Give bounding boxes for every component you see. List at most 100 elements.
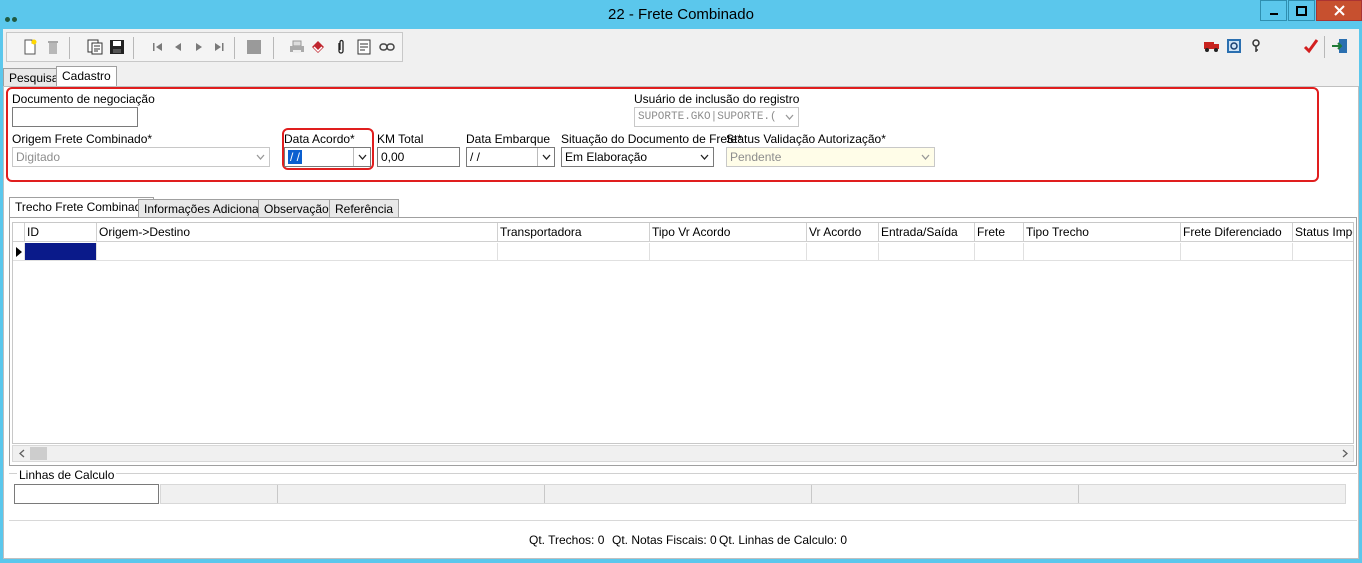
- usuario-value: SUPORTE.GKO|SUPORTE.(: [638, 111, 777, 123]
- window-client: Pesquisa Cadastro Documento de negociaçã…: [3, 29, 1359, 559]
- minimize-icon: [1269, 12, 1278, 15]
- new-icon: [24, 39, 37, 55]
- usuario-select[interactable]: SUPORTE.GKO|SUPORTE.(: [634, 107, 799, 127]
- horizontal-scrollbar[interactable]: [12, 445, 1354, 462]
- window-title: 22 - Frete Combinado: [608, 6, 754, 23]
- status-label: Status Validação Autorização*: [726, 132, 886, 146]
- stop-button[interactable]: [245, 38, 263, 56]
- status-bar: Qt. Trechos: 0 Qt. Notas Fiscais: 0 Qt. …: [9, 520, 1357, 557]
- tag-icon: [312, 41, 324, 53]
- tab-trecho-frete-combinado[interactable]: Trecho Frete Combinado: [9, 197, 154, 218]
- next-record-button[interactable]: [190, 38, 208, 56]
- documento-label: Documento de negociação: [12, 92, 155, 106]
- table-cell[interactable]: [879, 243, 975, 261]
- key-button[interactable]: [1247, 37, 1265, 55]
- grid-body: ID Origem->Destino Transportadora Tipo V…: [12, 222, 1354, 444]
- data-embarque-value: / /: [470, 150, 481, 164]
- maximize-icon: [1296, 5, 1307, 16]
- column-header-transportadora[interactable]: Transportadora: [498, 223, 650, 242]
- data-acordo-input[interactable]: / /: [284, 147, 371, 167]
- table-cell[interactable]: [650, 243, 807, 261]
- chevron-down-icon[interactable]: [537, 148, 554, 166]
- toolbar-separator: [133, 37, 134, 59]
- linhas-cell: [812, 485, 1079, 503]
- delete-button[interactable]: [44, 38, 62, 56]
- documento-input[interactable]: [12, 107, 138, 127]
- table-cell[interactable]: [1024, 243, 1181, 261]
- usuario-label: Usuário de inclusão do registro: [634, 92, 800, 106]
- exit-button[interactable]: [1331, 37, 1349, 55]
- minimize-button[interactable]: [1260, 0, 1287, 21]
- title-bar: 22 - Frete Combinado: [0, 0, 1362, 29]
- origem-select[interactable]: Digitado: [12, 147, 270, 167]
- chevron-down-icon: [917, 148, 934, 166]
- first-record-button[interactable]: [149, 38, 167, 56]
- status-select[interactable]: Pendente: [726, 147, 935, 167]
- table-cell[interactable]: [1181, 243, 1293, 261]
- origem-label: Origem Frete Combinado*: [12, 132, 153, 146]
- copy-button[interactable]: [86, 38, 104, 56]
- situacao-label: Situação do Documento de Frete*: [561, 132, 742, 146]
- scroll-right-button[interactable]: [1336, 446, 1353, 461]
- previous-record-button[interactable]: [169, 38, 187, 56]
- maximize-button[interactable]: [1288, 0, 1315, 21]
- table-cell[interactable]: [1293, 243, 1353, 261]
- chevron-down-icon: [252, 148, 269, 166]
- trecho-grid: ID Origem->Destino Transportadora Tipo V…: [9, 217, 1357, 466]
- column-header-entrada-saida[interactable]: Entrada/Saída: [879, 223, 975, 242]
- print-button[interactable]: [288, 38, 306, 56]
- linhas-cell: [1079, 485, 1345, 503]
- chevron-down-icon[interactable]: [353, 148, 370, 166]
- status-linhas: Qt. Linhas de Calculo: 0: [719, 533, 848, 547]
- table-cell[interactable]: [498, 243, 650, 261]
- column-header-status-impo[interactable]: Status Impo: [1293, 223, 1353, 242]
- truck-button[interactable]: [1203, 37, 1221, 55]
- copy-icon: [87, 39, 103, 55]
- column-header-tipo-vr-acordo[interactable]: Tipo Vr Acordo: [650, 223, 807, 242]
- table-cell[interactable]: [97, 243, 498, 261]
- data-embarque-input[interactable]: / /: [466, 147, 555, 167]
- data-acordo-value: / /: [288, 150, 303, 164]
- toolbar-separator: [273, 37, 274, 59]
- link-button[interactable]: [378, 38, 396, 56]
- column-header-vr-acordo[interactable]: Vr Acordo: [807, 223, 879, 242]
- attach-button[interactable]: [332, 38, 350, 56]
- save-button[interactable]: [108, 38, 126, 56]
- situacao-select[interactable]: Em Elaboração: [561, 147, 714, 167]
- tab-referencia[interactable]: Referência: [329, 199, 400, 219]
- search-report-button[interactable]: [1225, 37, 1243, 55]
- status-value: Pendente: [730, 150, 782, 164]
- situacao-value: Em Elaboração: [565, 150, 648, 164]
- column-header-tipo-trecho[interactable]: Tipo Trecho: [1024, 223, 1181, 242]
- column-header-origem-destino[interactable]: Origem->Destino: [97, 223, 498, 242]
- tab-informacoes-adicionais[interactable]: Informações Adicionais: [138, 199, 274, 219]
- report-icon: [357, 39, 371, 55]
- table-cell[interactable]: [807, 243, 879, 261]
- km-label: KM Total: [377, 132, 424, 146]
- linhas-calculo-input[interactable]: [14, 484, 159, 504]
- tag-button[interactable]: [309, 38, 327, 56]
- chevron-down-icon: [781, 108, 798, 126]
- confirm-button[interactable]: [1302, 37, 1320, 55]
- row-indicator[interactable]: [13, 243, 25, 261]
- table-cell-id[interactable]: [25, 243, 97, 261]
- column-header-frete-diferenciado[interactable]: Frete Diferenciado: [1181, 223, 1293, 242]
- column-header-frete[interactable]: Frete: [975, 223, 1024, 242]
- new-button[interactable]: [21, 38, 39, 56]
- table-cell[interactable]: [975, 243, 1024, 261]
- report-button[interactable]: [355, 38, 373, 56]
- last-icon: [215, 43, 224, 51]
- last-record-button[interactable]: [210, 38, 228, 56]
- close-button[interactable]: [1316, 0, 1362, 21]
- toolbar: [6, 32, 1356, 62]
- scroll-thumb[interactable]: [30, 447, 47, 460]
- delete-icon: [48, 41, 58, 54]
- tab-observacao[interactable]: Observação: [258, 199, 335, 219]
- next-icon: [196, 43, 202, 51]
- column-header-id[interactable]: ID: [25, 223, 97, 242]
- km-input[interactable]: 0,00: [377, 147, 460, 167]
- linhas-cell: [161, 485, 278, 503]
- scroll-left-button[interactable]: [13, 446, 30, 461]
- exit-icon: [1332, 39, 1347, 53]
- tab-cadastro[interactable]: Cadastro: [56, 66, 117, 87]
